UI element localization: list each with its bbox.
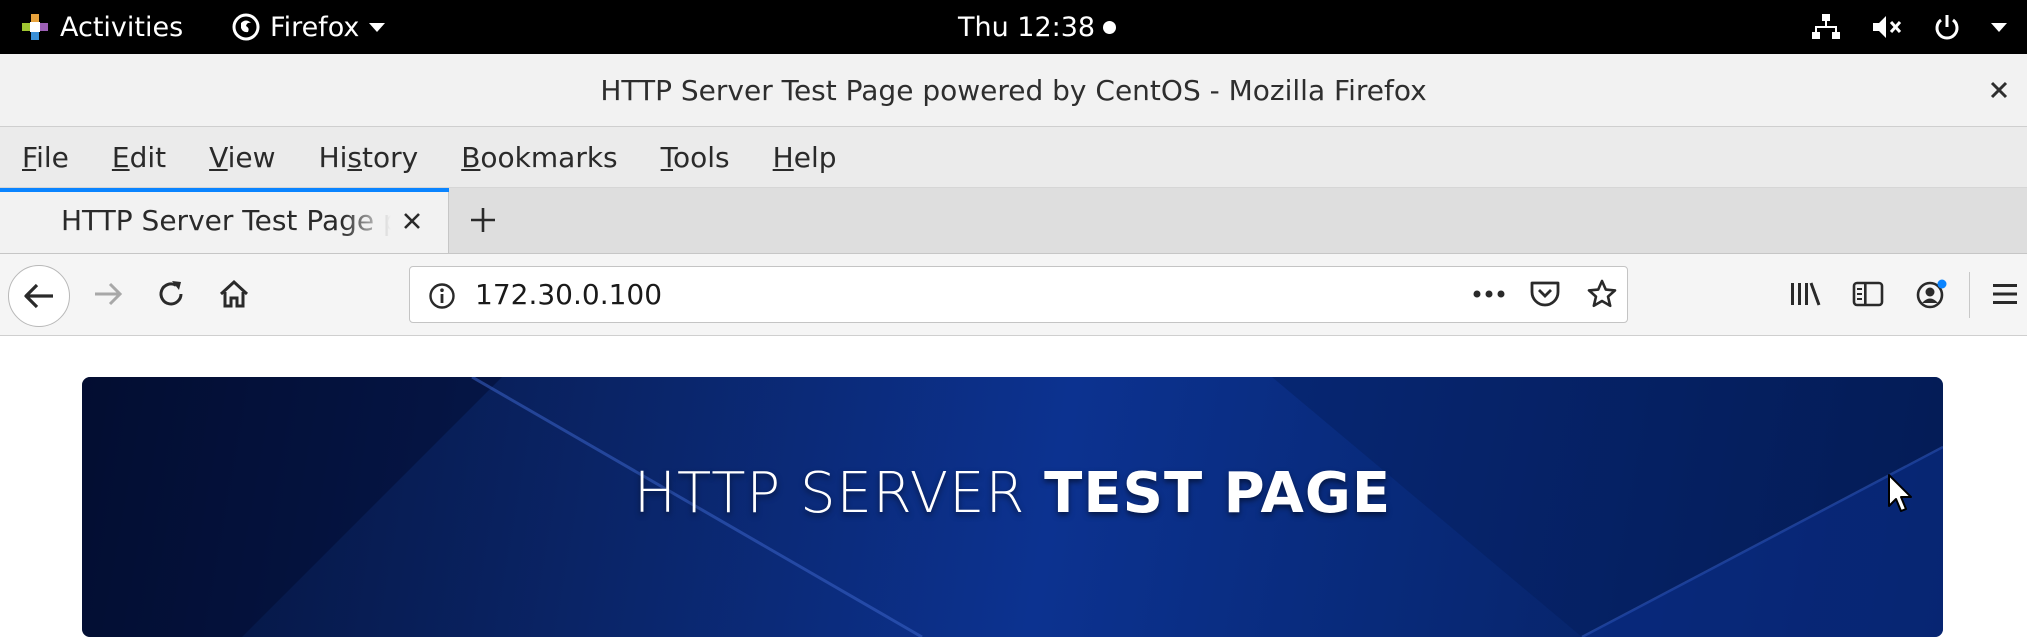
account-icon — [1915, 277, 1949, 311]
heading-bold-part: TEST PAGE — [1044, 461, 1392, 526]
hamburger-menu-icon — [1991, 281, 2019, 307]
open-menu-button[interactable] — [1983, 266, 2027, 322]
clock-label: Thu 12:38 — [958, 11, 1096, 43]
power-icon — [1933, 13, 1961, 41]
activities-label: Activities — [60, 11, 184, 43]
home-button[interactable] — [206, 266, 262, 322]
menu-history[interactable]: History — [297, 141, 440, 174]
library-button[interactable] — [1779, 266, 1831, 322]
chevron-down-icon — [369, 22, 386, 32]
menu-tools[interactable]: Tools — [639, 141, 751, 174]
gnome-logo-icon — [20, 12, 50, 42]
back-arrow-icon — [23, 282, 55, 310]
tab-active[interactable]: HTTP Server Test Page powered by CentOS — [0, 188, 449, 253]
menu-view[interactable]: View — [187, 141, 296, 174]
system-menu[interactable] — [1811, 0, 2007, 54]
tab-close-button[interactable] — [396, 205, 428, 237]
gnome-top-bar: Activities Firefox Thu 12:38 — [0, 0, 2027, 54]
plus-icon — [469, 206, 497, 234]
heading-light-part: HTTP SERVER — [633, 461, 1045, 526]
window-title: HTTP Server Test Page powered by CentOS … — [600, 73, 1427, 107]
window-close-button[interactable] — [1979, 54, 2019, 126]
app-menu-firefox[interactable]: Firefox — [232, 0, 386, 54]
menu-bookmarks[interactable]: Bookmarks — [439, 141, 638, 174]
firefox-account-button[interactable] — [1906, 266, 1958, 322]
clock[interactable]: Thu 12:38 — [958, 0, 1117, 54]
activities-button[interactable]: Activities — [20, 0, 183, 54]
notification-dot-icon — [1103, 20, 1117, 34]
new-tab-button[interactable] — [460, 197, 506, 243]
tab-strip: HTTP Server Test Page powered by CentOS — [0, 188, 2027, 254]
home-icon — [218, 279, 250, 309]
menu-bar: File Edit View History Bookmarks Tools H… — [0, 127, 2027, 188]
hero-banner: HTTP SERVER TEST PAGE — [82, 377, 1943, 637]
forward-arrow-icon — [93, 281, 123, 307]
page-heading: HTTP SERVER TEST PAGE — [82, 461, 1943, 526]
back-button[interactable] — [8, 265, 70, 327]
menu-file[interactable]: File — [0, 141, 90, 174]
volume-muted-icon — [1871, 13, 1903, 41]
sidebar-icon — [1852, 280, 1884, 308]
tab-title: HTTP Server Test Page powered by CentOS — [61, 204, 391, 237]
more-horizontal-icon — [1472, 290, 1506, 298]
window-titlebar: HTTP Server Test Page powered by CentOS … — [0, 54, 2027, 127]
reload-icon — [156, 279, 186, 309]
save-to-pocket-button[interactable] — [1523, 267, 1567, 321]
pocket-icon — [1529, 279, 1561, 309]
bookmark-star-button[interactable] — [1580, 267, 1624, 321]
info-icon — [428, 282, 456, 310]
close-icon — [1990, 81, 2008, 99]
close-icon — [402, 211, 422, 231]
chevron-down-icon — [1991, 22, 2007, 32]
navigation-toolbar: 172.30.0.100 — [0, 254, 2027, 336]
menu-help[interactable]: Help — [751, 141, 858, 174]
toolbar-separator — [1969, 272, 1970, 318]
firefox-icon — [232, 13, 260, 41]
page-content: HTTP SERVER TEST PAGE — [0, 336, 2027, 637]
forward-button[interactable] — [80, 266, 136, 322]
page-actions-button[interactable] — [1467, 267, 1511, 321]
library-icon — [1788, 280, 1822, 308]
site-info-button[interactable] — [424, 267, 460, 324]
network-icon — [1811, 13, 1841, 41]
app-menu-label: Firefox — [270, 11, 360, 43]
star-icon — [1586, 278, 1618, 310]
mouse-pointer-icon — [1887, 473, 1915, 515]
reload-button[interactable] — [143, 266, 199, 322]
url-bar[interactable]: 172.30.0.100 — [409, 266, 1628, 323]
sidebar-toggle-button[interactable] — [1842, 266, 1894, 322]
menu-edit[interactable]: Edit — [90, 141, 187, 174]
url-text: 172.30.0.100 — [475, 277, 663, 311]
